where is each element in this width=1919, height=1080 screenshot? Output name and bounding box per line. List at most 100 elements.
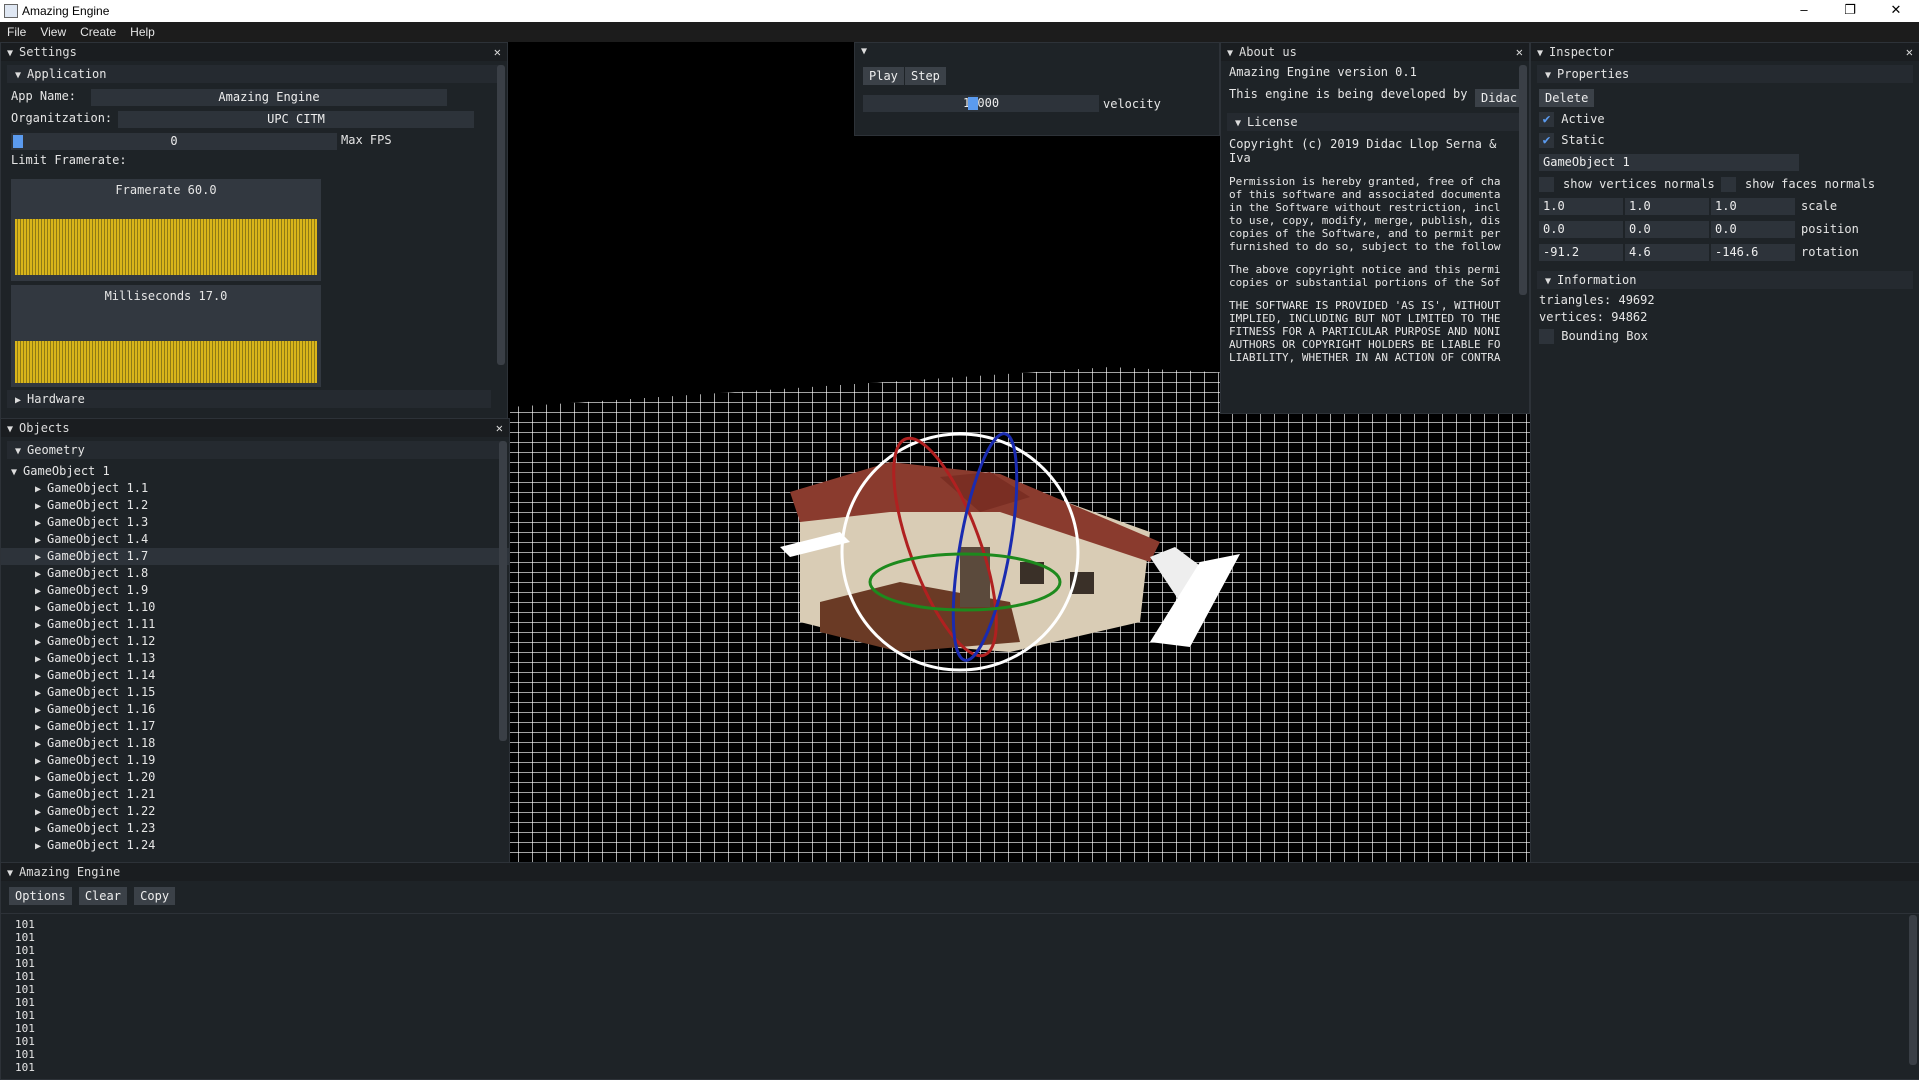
tree-item[interactable]: ▶ GameObject 1.9 [1, 582, 509, 599]
tree-item[interactable]: ▶ GameObject 1.7 [1, 548, 509, 565]
application-header[interactable]: ▼ Application [7, 65, 501, 83]
expand-arrow-icon[interactable]: ▶ [35, 773, 41, 784]
tree-item[interactable]: ▶ GameObject 1.16 [1, 701, 509, 718]
maximize-button[interactable]: ❐ [1827, 0, 1873, 22]
settings-header[interactable]: ▼ Settings ✕ [1, 43, 507, 61]
menu-help[interactable]: Help [123, 22, 162, 42]
vertices-normals-checkbox[interactable] [1539, 177, 1554, 192]
console-header[interactable]: ▼ Amazing Engine [1, 863, 1919, 881]
close-window-button[interactable]: ✕ [1873, 0, 1919, 22]
tree-item[interactable]: ▶ GameObject 1.17 [1, 718, 509, 735]
settings-scrollbar[interactable] [497, 65, 505, 365]
rotation-y-input[interactable]: 4.6 [1625, 244, 1709, 261]
clear-button[interactable]: Clear [78, 887, 127, 905]
object-name-input[interactable]: GameObject 1 [1539, 154, 1799, 171]
max-fps-slider[interactable]: 0 [11, 133, 337, 150]
tree-item[interactable]: ▶ GameObject 1.24 [1, 837, 509, 854]
expand-arrow-icon[interactable]: ▶ [35, 501, 41, 512]
position-x-input[interactable]: 0.0 [1539, 221, 1623, 238]
tree-item[interactable]: ▶ GameObject 1.4 [1, 531, 509, 548]
tree-item[interactable]: ▶ GameObject 1.11 [1, 616, 509, 633]
hardware-header[interactable]: ▶ Hardware [7, 390, 491, 408]
geometry-header[interactable]: ▼ Geometry [7, 441, 503, 459]
tree-item[interactable]: ▶ GameObject 1.3 [1, 514, 509, 531]
inspector-header[interactable]: ▼ Inspector ✕ [1531, 43, 1919, 61]
tree-item[interactable]: ▶ GameObject 1.21 [1, 786, 509, 803]
rotation-z-input[interactable]: -146.6 [1711, 244, 1795, 261]
expand-arrow-icon[interactable]: ▶ [35, 790, 41, 801]
tree-item[interactable]: ▶ GameObject 1.23 [1, 820, 509, 837]
close-icon[interactable]: ✕ [1906, 43, 1913, 61]
expand-arrow-icon[interactable]: ▶ [35, 705, 41, 716]
step-button[interactable]: Step [905, 67, 946, 85]
active-checkbox[interactable]: ✔ [1539, 112, 1554, 127]
tree-item[interactable]: ▶ GameObject 1.13 [1, 650, 509, 667]
tree-item[interactable]: ▶ GameObject 1.19 [1, 752, 509, 769]
play-panel-header[interactable]: ▼ [855, 43, 1219, 57]
expand-arrow-icon[interactable]: ▶ [35, 603, 41, 614]
velocity-slider[interactable]: 1.000 [863, 95, 1099, 112]
tree-item[interactable]: ▶ GameObject 1.2 [1, 497, 509, 514]
tree-item[interactable]: ▶ GameObject 1.1 [1, 480, 509, 497]
tree-item[interactable]: ▶ GameObject 1.12 [1, 633, 509, 650]
expand-arrow-icon[interactable]: ▶ [35, 620, 41, 631]
expand-arrow-icon[interactable]: ▶ [35, 722, 41, 733]
expand-arrow-icon[interactable]: ▶ [35, 824, 41, 835]
expand-arrow-icon[interactable]: ▶ [35, 807, 41, 818]
expand-arrow-icon[interactable]: ▶ [35, 756, 41, 767]
close-icon[interactable]: ✕ [494, 43, 501, 61]
scale-y-input[interactable]: 1.0 [1625, 198, 1709, 215]
minimize-button[interactable]: – [1781, 0, 1827, 22]
expand-arrow-icon[interactable]: ▶ [35, 586, 41, 597]
close-icon[interactable]: ✕ [1516, 43, 1523, 61]
expand-arrow-icon[interactable]: ▶ [35, 518, 41, 529]
didac-button[interactable]: Didac [1475, 89, 1524, 107]
license-header[interactable]: ▼ License [1227, 113, 1523, 131]
tree-item[interactable]: ▶ GameObject 1.15 [1, 684, 509, 701]
expand-arrow-icon[interactable]: ▶ [35, 688, 41, 699]
scale-x-input[interactable]: 1.0 [1539, 198, 1623, 215]
expand-arrow-icon[interactable]: ▶ [35, 552, 41, 563]
expand-arrow-icon[interactable]: ▶ [35, 637, 41, 648]
tree-item[interactable]: ▶ GameObject 1.20 [1, 769, 509, 786]
scale-z-input[interactable]: 1.0 [1711, 198, 1795, 215]
delete-button[interactable]: Delete [1539, 89, 1595, 107]
about-scrollbar[interactable] [1519, 65, 1527, 295]
slider-grab[interactable] [968, 97, 978, 110]
tree-item[interactable]: ▶ GameObject 1.18 [1, 735, 509, 752]
menu-create[interactable]: Create [73, 22, 123, 42]
play-button[interactable]: Play [863, 67, 904, 85]
copy-button[interactable]: Copy [134, 887, 176, 905]
expand-arrow-icon[interactable]: ▶ [35, 535, 41, 546]
properties-header[interactable]: ▼ Properties [1537, 65, 1913, 83]
slider-grab[interactable] [13, 135, 23, 148]
tree-item[interactable]: ▶ GameObject 1.8 [1, 565, 509, 582]
expand-arrow-icon[interactable]: ▶ [35, 671, 41, 682]
app-name-input[interactable]: Amazing Engine [91, 89, 447, 106]
tree-root[interactable]: ▼ GameObject 1 [1, 463, 509, 480]
expand-arrow-icon[interactable]: ▶ [35, 739, 41, 750]
expand-arrow-icon[interactable]: ▶ [35, 841, 41, 852]
menu-view[interactable]: View [33, 22, 73, 42]
tree-item[interactable]: ▶ GameObject 1.14 [1, 667, 509, 684]
position-z-input[interactable]: 0.0 [1711, 221, 1795, 238]
tree-item[interactable]: ▶ GameObject 1.10 [1, 599, 509, 616]
console-scrollbar[interactable] [1909, 915, 1917, 1065]
tree-item[interactable]: ▶ GameObject 1.22 [1, 803, 509, 820]
close-icon[interactable]: ✕ [496, 419, 503, 437]
objects-header[interactable]: ▼ Objects ✕ [1, 419, 509, 437]
faces-normals-checkbox[interactable] [1721, 177, 1736, 192]
options-button[interactable]: Options [9, 887, 72, 905]
expand-arrow-icon[interactable]: ▶ [35, 484, 41, 495]
expand-arrow-icon[interactable]: ▶ [35, 569, 41, 580]
about-header[interactable]: ▼ About us ✕ [1221, 43, 1529, 61]
menu-file[interactable]: File [0, 22, 33, 42]
bounding-box-checkbox[interactable] [1539, 329, 1554, 344]
rotation-x-input[interactable]: -91.2 [1539, 244, 1623, 261]
org-input[interactable]: UPC CITM [118, 111, 474, 128]
objects-scrollbar[interactable] [499, 441, 507, 741]
position-y-input[interactable]: 0.0 [1625, 221, 1709, 238]
expand-arrow-icon[interactable]: ▶ [35, 654, 41, 665]
static-checkbox[interactable]: ✔ [1539, 133, 1554, 148]
information-header[interactable]: ▼ Information [1537, 271, 1913, 289]
